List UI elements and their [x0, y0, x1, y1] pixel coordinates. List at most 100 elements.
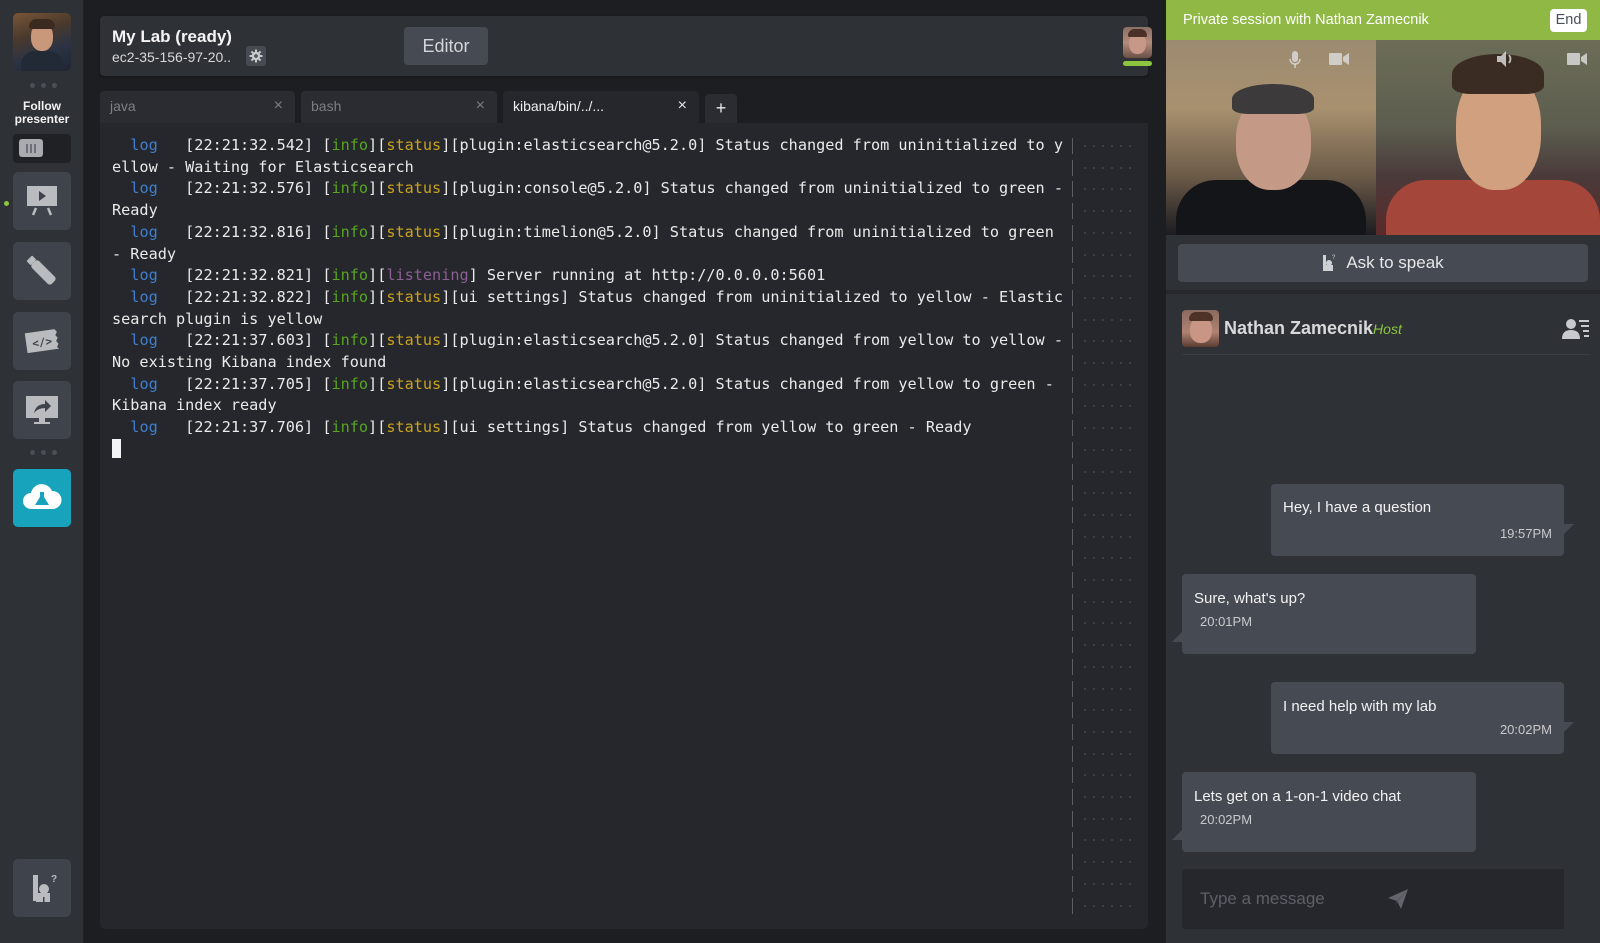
end-session-button[interactable]: End [1550, 9, 1587, 32]
presentation-button[interactable] [13, 172, 71, 230]
terminal-pane[interactable]: log [22:21:32.542] [info][status][plugin… [100, 123, 1148, 929]
gutter-dots [1084, 275, 1131, 278]
log-tag: status [386, 331, 442, 350]
gutter-dots [1084, 492, 1131, 495]
chat-message-incoming: Sure, what's up? 20:01PM [1172, 574, 1476, 654]
gutter-dots [1084, 600, 1131, 603]
code-button[interactable]: </> [13, 312, 71, 370]
log-time: [22:21:32.576] [ [157, 179, 332, 198]
terminal-line: log [22:21:32.816] [info][status][plugin… [112, 223, 1063, 263]
log-time: [22:21:32.816] [ [157, 222, 332, 241]
gutter-line [1072, 138, 1073, 154]
message-time: 20:01PM [1200, 614, 1253, 629]
log-time: [22:21:32.821] [ [157, 266, 332, 285]
cloud-lab-button[interactable] [13, 469, 71, 527]
ask-to-speak-button[interactable]: ? Ask to speak [1178, 244, 1588, 282]
tab-java[interactable]: java × [100, 91, 295, 123]
gutter-dots [1084, 188, 1131, 191]
gutter-dots [1084, 210, 1131, 213]
close-icon[interactable]: × [274, 91, 283, 121]
gutter-dots [1084, 709, 1131, 712]
more-dots-icon-2[interactable] [30, 450, 57, 455]
log-info: info [331, 331, 369, 350]
gutter-dots [1084, 145, 1131, 147]
gutter-line [1072, 246, 1073, 263]
log-tag: status [386, 374, 442, 393]
terminal-output[interactable]: log [22:21:32.542] [info][status][plugin… [112, 135, 1072, 461]
log-time: [22:21:32.542] [ [157, 136, 332, 154]
log-level: log [130, 287, 158, 306]
avatar-hair [1189, 312, 1213, 321]
gutter-line [1072, 398, 1073, 415]
gutter-line [1072, 767, 1073, 784]
gutter-dots [1084, 427, 1131, 430]
avatar-body [21, 51, 63, 71]
participants-list-icon[interactable] [1562, 318, 1590, 340]
log-time: [22:21:37.603] [ [157, 331, 332, 350]
close-icon[interactable]: × [678, 91, 687, 121]
lab-settings-button[interactable] [246, 46, 266, 66]
more-dots-icon[interactable] [30, 83, 57, 88]
follow-presenter-toggle[interactable] [13, 134, 71, 163]
ask-to-speak-label: Ask to speak [1346, 253, 1444, 272]
tab-bash[interactable]: bash × [301, 91, 497, 123]
log-info: info [331, 374, 369, 393]
gutter-line [1072, 528, 1073, 545]
gutter-line [1072, 333, 1073, 350]
pen-icon [26, 255, 56, 285]
log-tag: status [386, 179, 442, 198]
presenter-avatar[interactable] [13, 13, 71, 71]
add-tab-button[interactable]: + [705, 94, 737, 123]
gutter-line [1072, 420, 1073, 437]
app-root: Follow presenter </> ? My Lab (ready) ec… [0, 0, 1600, 943]
gutter-dots [1084, 730, 1131, 733]
speaker-icon[interactable] [1496, 50, 1516, 68]
pen-button[interactable] [13, 242, 71, 300]
raise-hand-icon: ? [33, 874, 57, 902]
gutter-line [1072, 658, 1073, 675]
log-tag: status [386, 136, 442, 154]
editor-mode-button[interactable]: Editor [404, 27, 488, 65]
gutter-line [1072, 810, 1073, 827]
camera-icon[interactable] [1567, 52, 1587, 66]
gutter-dots [1084, 557, 1131, 560]
log-time: [22:21:37.705] [ [157, 374, 332, 393]
lab-workspace: My Lab (ready) ec2-35-156-97-20.. Termin… [84, 0, 1166, 943]
log-message: ] Server running at http://0.0.0.0:5601 [468, 266, 826, 285]
terminal-gutter [1072, 135, 1148, 925]
gutter-line [1072, 224, 1073, 241]
gutter-dots [1084, 318, 1131, 321]
gutter-line [1072, 875, 1073, 892]
tab-label: java [110, 98, 136, 114]
host-badge: Host [1373, 321, 1402, 337]
send-button[interactable] [1372, 869, 1424, 929]
raise-hand-button[interactable]: ? [13, 859, 71, 917]
log-info: info [331, 287, 369, 306]
terminal-line: log [22:21:32.822] [info][status][ui set… [112, 288, 1063, 328]
gutter-line [1072, 181, 1073, 198]
gutter-line [1072, 897, 1073, 914]
log-level: log [130, 179, 158, 198]
gutter-line [1072, 550, 1073, 567]
gutter-dots [1084, 231, 1131, 234]
gutter-line [1072, 463, 1073, 480]
microphone-icon[interactable] [1288, 50, 1302, 70]
gutter-dots [1084, 796, 1131, 798]
gutter-dots [1084, 839, 1131, 842]
gutter-dots [1084, 774, 1131, 777]
screen-share-button[interactable] [13, 381, 71, 439]
participant-avatar[interactable] [1123, 27, 1152, 58]
camera-icon[interactable] [1329, 52, 1349, 66]
gutter-dots [1084, 535, 1131, 538]
host-avatar[interactable] [1182, 310, 1219, 347]
log-level: log [130, 374, 158, 393]
tab-kibana[interactable]: kibana/bin/../... × [503, 91, 699, 123]
close-icon[interactable]: × [476, 91, 485, 121]
gutter-line [1072, 506, 1073, 523]
gutter-line [1072, 376, 1073, 393]
session-bar: Private session with Nathan Zamecnik End [1166, 0, 1600, 40]
bracket: ][ [368, 179, 387, 198]
